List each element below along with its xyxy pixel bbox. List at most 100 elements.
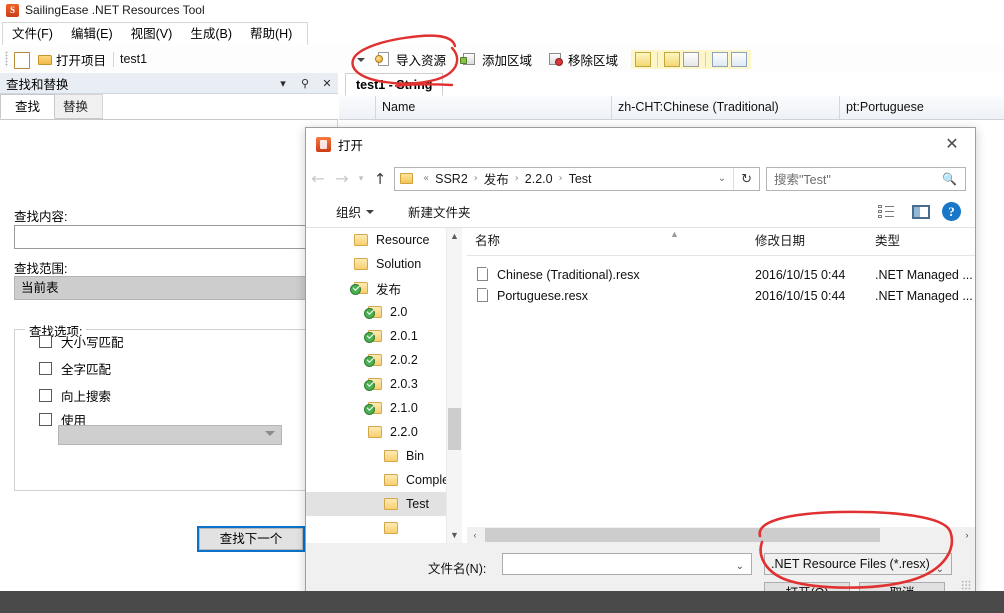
file-column-date[interactable]: 修改日期 [747, 228, 867, 254]
toolbar-overflow-icon[interactable] [357, 57, 365, 62]
chevron-down-icon[interactable]: ⌄ [711, 173, 733, 184]
tree-item-2-0-3[interactable]: 2.0.3 [306, 372, 462, 396]
resx-file-icon [477, 267, 490, 282]
new-folder-button[interactable]: 新建文件夹 [402, 202, 477, 221]
tab-find[interactable]: 查找 [0, 94, 56, 119]
organize-button[interactable]: 组织 [330, 202, 380, 221]
checkbox-whole-word[interactable]: 全字匹配 [39, 359, 111, 378]
breadcrumb-ssr2[interactable]: SSR2 [433, 172, 470, 186]
tree-item-test[interactable]: Test [306, 492, 462, 516]
pin-icon[interactable]: ⚲ [294, 73, 316, 93]
help-icon[interactable]: ? [942, 202, 961, 221]
sidebar-scrollbar[interactable]: ▲ ▼ [446, 228, 462, 543]
refresh-icon[interactable]: ↻ [733, 167, 759, 190]
tree-item-bin[interactable]: Bin [306, 444, 462, 468]
chevron-down-icon[interactable]: ▾ [272, 73, 294, 93]
scroll-left-icon[interactable]: ‹ [467, 527, 483, 543]
menu-edit[interactable]: 编辑(E) [62, 24, 122, 45]
dialog-close-button[interactable]: ✕ [929, 128, 975, 158]
import-resource-button[interactable]: 导入资源 [371, 48, 451, 71]
delete-row-icon[interactable] [683, 52, 700, 67]
address-bar[interactable]: « SSR2 › 发布 › 2.2.0 › Test ⌄ ↻ [394, 166, 760, 191]
scope-combobox[interactable]: 当前表 [14, 276, 338, 300]
back-icon[interactable]: ← [306, 169, 330, 188]
find-what-input[interactable] [14, 225, 338, 249]
tree-item-solution[interactable]: Solution [306, 252, 462, 276]
menu-build[interactable]: 生成(B) [181, 24, 241, 45]
file-column-type[interactable]: 类型 [867, 228, 975, 254]
tree-item-label: 2.1.0 [390, 401, 418, 415]
tree-item-complete[interactable]: Comple [306, 468, 462, 492]
up-icon[interactable]: ↑ [368, 170, 392, 188]
folder-icon [384, 521, 399, 535]
tree-item-2-1-0[interactable]: 2.1.0 [306, 396, 462, 420]
menu-help[interactable]: 帮助(H) [241, 24, 301, 45]
scroll-up-icon[interactable]: ▲ [447, 228, 462, 244]
search-input[interactable]: 搜索"Test" [767, 169, 942, 188]
column-header-zh-cht[interactable]: zh-CHT:Chinese (Traditional) [611, 96, 839, 119]
current-project-name: test1 [120, 52, 148, 66]
tree-item-2-0-2[interactable]: 2.0.2 [306, 348, 462, 372]
tree-item-2-2-0[interactable]: 2.2.0 [306, 420, 462, 444]
forward-icon[interactable]: → [330, 169, 354, 188]
dialog-app-icon [316, 137, 331, 152]
preview-pane-icon[interactable] [912, 204, 930, 219]
application-window: S SailingEase .NET Resources Tool 文件(F) … [0, 0, 1004, 613]
export-grid-icon[interactable] [712, 52, 729, 67]
breadcrumb-220[interactable]: 2.2.0 [523, 172, 555, 186]
file-list-horizontal-scrollbar[interactable]: ‹ › [467, 527, 975, 543]
translate-icon[interactable] [635, 52, 652, 67]
report-icon[interactable] [731, 52, 748, 67]
menu-view[interactable]: 视图(V) [122, 24, 182, 45]
open-project-button[interactable]: 打开项目 [34, 49, 110, 70]
filetype-combobox[interactable]: .NET Resource Files (*.resx) ⌄ [764, 553, 952, 575]
use-mode-dropdown[interactable] [58, 425, 282, 445]
breadcrumb-test[interactable]: Test [567, 172, 594, 186]
folder-icon [384, 497, 399, 511]
tree-item-2-0-1[interactable]: 2.0.1 [306, 324, 462, 348]
copy-row-icon[interactable] [664, 52, 681, 67]
file-list-item[interactable]: Chinese (Traditional).resx 2016/10/15 0:… [467, 264, 975, 285]
checkbox-match-case[interactable]: 大小写匹配 [39, 332, 124, 351]
tab-test1-string[interactable]: test1 - String [345, 73, 444, 96]
tree-item-partial[interactable] [306, 516, 462, 540]
resize-grip-icon[interactable] [961, 580, 971, 590]
file-column-name[interactable]: 名称 [467, 228, 747, 254]
chevron-down-icon[interactable]: ⌄ [736, 561, 744, 572]
breadcrumb-publish[interactable]: 发布 [482, 169, 511, 188]
scroll-right-icon[interactable]: › [959, 527, 975, 543]
toolbar-separator [705, 52, 707, 67]
remove-region-icon [548, 52, 564, 67]
close-icon[interactable]: ✕ [316, 73, 338, 93]
remove-region-button[interactable]: 移除区域 [543, 48, 623, 71]
checkbox-box-icon [39, 362, 52, 375]
tab-replace[interactable]: 替换 [48, 94, 104, 119]
checkbox-search-up[interactable]: 向上搜索 [39, 386, 111, 405]
scroll-down-icon[interactable]: ▼ [447, 527, 462, 543]
add-region-button[interactable]: 添加区域 [457, 48, 537, 71]
dialog-search-box[interactable]: 搜索"Test" 🔍 [766, 166, 966, 191]
tree-item-label: Comple [406, 473, 450, 487]
recent-locations-icon[interactable]: ▾ [354, 174, 368, 184]
change-view-button[interactable] [878, 204, 900, 219]
column-header-pt[interactable]: pt:Portuguese [839, 96, 1004, 119]
menu-file[interactable]: 文件(F) [3, 24, 62, 45]
tree-item-publish[interactable]: 发布 [306, 276, 462, 300]
find-pane-title: 查找和替换 [6, 77, 69, 92]
find-next-button[interactable]: 查找下一个 [197, 526, 305, 552]
app-titlebar: S SailingEase .NET Resources Tool [0, 0, 1004, 20]
folder-synced-icon [350, 281, 369, 295]
scrollbar-thumb[interactable] [448, 408, 461, 450]
toolbar-grip[interactable] [5, 51, 8, 67]
tree-item-label: 2.0.3 [390, 377, 418, 391]
tree-item-2-0[interactable]: 2.0 [306, 300, 462, 324]
scrollbar-thumb[interactable] [485, 528, 880, 542]
tree-item-resource[interactable]: Resource [306, 228, 462, 252]
file-list-item[interactable]: Portuguese.resx 2016/10/15 0:44 .NET Man… [467, 285, 975, 306]
folder-icon [354, 257, 369, 271]
new-document-icon[interactable] [14, 52, 30, 69]
tree-item-label: 2.0.1 [390, 329, 418, 343]
filename-input[interactable]: ⌄ [502, 553, 752, 575]
column-header-name[interactable]: Name [375, 96, 611, 119]
tree-item-label: 2.2.0 [390, 425, 418, 439]
